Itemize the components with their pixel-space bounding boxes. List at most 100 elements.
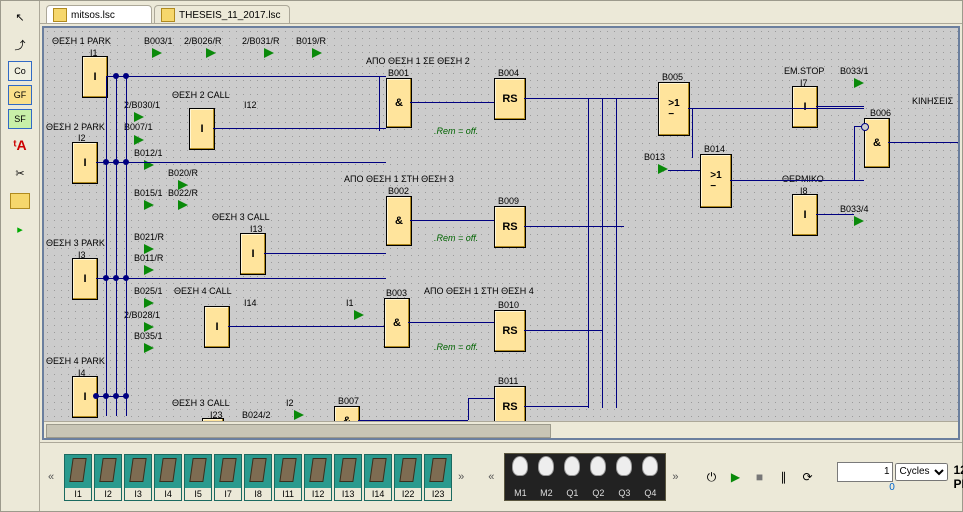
and-block-b003[interactable]: & — [384, 298, 410, 348]
wire — [96, 162, 386, 163]
label-call2: ΘΕΣH 2 CALL — [172, 90, 230, 100]
switch-i13[interactable]: I13 — [334, 454, 362, 501]
scroll-thumb[interactable] — [46, 424, 551, 438]
junction-dot — [93, 393, 99, 399]
cycles-unit-select[interactable]: Cycles — [895, 463, 948, 481]
switch-i12[interactable]: I12 — [304, 454, 332, 501]
label-title13: ΑΠΟ ΘΕΣΗ 1 ΣΤΗ ΘΕΣΗ 3 — [344, 174, 454, 184]
wire — [668, 170, 700, 171]
label-call3: ΘΕΣH 3 CALL — [212, 212, 270, 222]
scroll-left-icon[interactable]: « — [488, 471, 494, 483]
input-block-i13[interactable]: I — [240, 233, 266, 275]
label-b030: 2/B030/1 — [124, 100, 160, 110]
block-tool[interactable] — [7, 189, 33, 213]
switch-label: I12 — [305, 488, 331, 500]
gf-tool[interactable]: GF — [8, 85, 32, 105]
sf-tool[interactable]: SF — [8, 109, 32, 129]
scroll-right-icon[interactable]: » — [672, 471, 678, 483]
switch-label: I11 — [275, 488, 301, 500]
label-b010: B010 — [498, 300, 519, 310]
label-b009: B009 — [498, 196, 519, 206]
input-block-i2[interactable]: I — [72, 142, 98, 184]
scroll-left-icon[interactable]: « — [48, 471, 54, 483]
junction-dot — [113, 159, 119, 165]
file-tabs: mitsos.lsc THESEIS_11_2017.lsc — [40, 1, 962, 24]
switch-i11[interactable]: I11 — [274, 454, 302, 501]
switch-i23[interactable]: I23 — [424, 454, 452, 501]
connector-tool[interactable]: ⤴ — [7, 33, 33, 57]
power-button[interactable]: ⏻ — [703, 468, 721, 486]
and-block-b002[interactable]: & — [386, 196, 412, 246]
input-block-i3[interactable]: I — [72, 258, 98, 300]
wire — [816, 214, 854, 215]
input-block-i1[interactable]: I — [82, 56, 108, 98]
label-b015-1: B015/1 — [134, 188, 163, 198]
and-block-b007[interactable]: & — [334, 406, 360, 421]
junction-dot — [123, 159, 129, 165]
label-b020r: B020/R — [168, 168, 198, 178]
cut-tool[interactable]: ✂ — [7, 161, 33, 185]
switch-i4[interactable]: I4 — [154, 454, 182, 501]
output-q2: Q2 — [585, 456, 611, 498]
switch-i2[interactable]: I2 — [94, 454, 122, 501]
label-b003: B003 — [386, 288, 407, 298]
input-block-i8[interactable]: I — [792, 194, 818, 236]
input-block-i12[interactable]: I — [189, 108, 215, 150]
label-title14: ΑΠΟ ΘΕΣΗ 1 ΣΤΗ ΘΕΣΗ 4 — [424, 286, 534, 296]
switch-lever — [369, 458, 386, 482]
switch-lever — [339, 458, 356, 482]
switch-i14[interactable]: I14 — [364, 454, 392, 501]
switch-lever — [69, 458, 86, 482]
pause-button[interactable]: ∥ — [775, 468, 793, 486]
clock: 12:02:48 PM — [954, 463, 963, 491]
switch-i7[interactable]: I7 — [214, 454, 242, 501]
label-b014: B014 — [704, 144, 725, 154]
wire — [106, 76, 386, 77]
switch-i22[interactable]: I22 — [394, 454, 422, 501]
rs-block-b010[interactable]: RS — [494, 310, 526, 352]
output-label: Q3 — [618, 488, 630, 498]
label-b025-1: B025/1 — [134, 286, 163, 296]
run-tool[interactable]: ▸ — [7, 217, 33, 241]
stop-button[interactable]: ■ — [751, 468, 769, 486]
cycles-current: 0 — [889, 482, 895, 493]
wire — [616, 98, 617, 408]
step-button[interactable]: ⟳ — [799, 468, 817, 486]
tab-mitsos[interactable]: mitsos.lsc — [46, 5, 152, 23]
file-icon — [53, 8, 67, 22]
co-tool[interactable]: Co — [8, 61, 32, 81]
play-button[interactable]: ▶ — [727, 468, 745, 486]
rs-block-b009[interactable]: RS — [494, 206, 526, 248]
label-i2b: I2 — [286, 398, 294, 408]
switch-i8[interactable]: I8 — [244, 454, 272, 501]
text-tool[interactable]: ᵗA — [7, 133, 33, 157]
switch-lever — [309, 458, 326, 482]
wire — [524, 406, 588, 407]
rs-block-b011[interactable]: RS — [494, 386, 526, 421]
label-b022r: B022/R — [168, 188, 198, 198]
wire — [126, 76, 127, 416]
wire — [524, 98, 658, 99]
switch-i1[interactable]: I1 — [64, 454, 92, 501]
pointer-tool[interactable]: ↖ — [7, 5, 33, 29]
and-block-b001[interactable]: & — [386, 78, 412, 128]
flag-icon — [178, 200, 188, 210]
switch-i3[interactable]: I3 — [124, 454, 152, 501]
tab-theseis[interactable]: THESEIS_11_2017.lsc — [154, 5, 290, 23]
input-block-i14[interactable]: I — [204, 306, 230, 348]
switch-i5[interactable]: I5 — [184, 454, 212, 501]
scroll-right-icon[interactable]: » — [458, 471, 464, 483]
cycles-input[interactable] — [837, 462, 893, 482]
diagram-canvas[interactable]: ΘΕΣΗ 1 PARK I1 I B003/1 2/B026/R 2/B031/… — [44, 28, 958, 421]
rs-block-b004[interactable]: RS — [494, 78, 526, 120]
horizontal-scrollbar[interactable] — [44, 421, 958, 438]
wire — [379, 76, 380, 131]
label-b007-1: B007/1 — [124, 122, 153, 132]
input-block-i7[interactable]: I — [792, 86, 818, 128]
or-block-b005[interactable]: >1 − — [658, 82, 690, 136]
label-b012-1: B012/1 — [134, 148, 163, 158]
wire — [888, 142, 958, 143]
or-block-b014[interactable]: >1 − — [700, 154, 732, 208]
junction-dot — [103, 275, 109, 281]
output-lamps: M1M2Q1Q2Q3Q4 — [504, 453, 666, 501]
